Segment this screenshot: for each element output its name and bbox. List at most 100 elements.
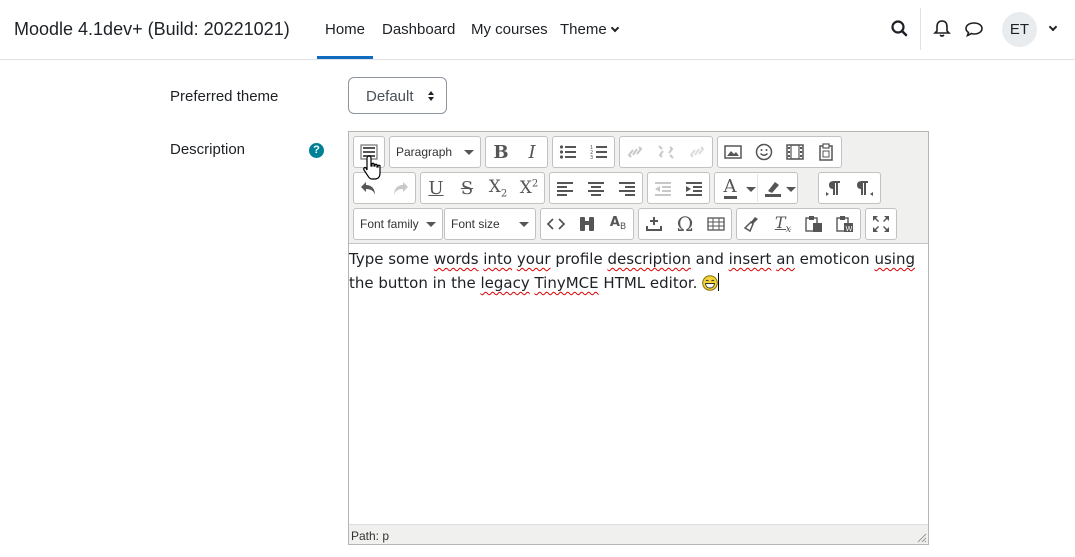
text-caret xyxy=(718,273,720,291)
nav-theme[interactable]: Theme xyxy=(560,21,619,38)
background-color-dropdown[interactable] xyxy=(785,174,797,202)
paste-word-button[interactable]: W xyxy=(830,210,860,238)
text-segment: the button in the xyxy=(349,274,481,292)
toolbar-group-lists: 1 2 3 xyxy=(552,136,615,168)
superscript-button[interactable]: X2 xyxy=(514,174,544,202)
ltr-button[interactable] xyxy=(819,174,849,202)
unlink-button[interactable] xyxy=(651,138,681,166)
font-size-select[interactable]: Font size xyxy=(444,208,536,240)
anchor-link-icon xyxy=(689,146,705,158)
image-button[interactable] xyxy=(718,138,748,166)
toolbar-group-special: Ω xyxy=(638,208,732,240)
help-icon[interactable]: ? xyxy=(309,143,324,158)
toolbar-group-color: A xyxy=(714,172,798,204)
highlighter-icon xyxy=(765,182,781,197)
misspelled-word: description xyxy=(607,250,691,268)
background-color-button[interactable] xyxy=(758,174,788,202)
align-right-button[interactable] xyxy=(612,174,642,202)
broom-icon xyxy=(743,217,758,232)
undo-icon xyxy=(361,182,375,195)
misspelled-word: legacy xyxy=(480,274,530,292)
italic-button[interactable]: I xyxy=(517,138,547,166)
resize-handle-icon[interactable] xyxy=(915,531,927,543)
misspelled-word: using xyxy=(874,250,915,268)
toolbar-group-format: B I xyxy=(485,136,548,168)
toolbar-group-align xyxy=(549,172,643,204)
paragraph-select[interactable]: Paragraph xyxy=(389,136,481,168)
toolbar-group-direction xyxy=(818,172,881,204)
link-icon xyxy=(627,146,643,158)
toolbar-group-links xyxy=(619,136,713,168)
align-center-button[interactable] xyxy=(581,174,611,202)
user-menu-chevron-icon[interactable] xyxy=(1048,22,1058,32)
nav-divider xyxy=(920,8,921,50)
search-replace-button[interactable] xyxy=(572,210,602,238)
rtl-button[interactable] xyxy=(850,174,880,202)
insert-space-icon xyxy=(646,217,662,231)
dropdown-arrow-icon xyxy=(786,187,796,192)
element-path: Path: p xyxy=(351,529,390,543)
search-icon[interactable] xyxy=(889,18,911,40)
anchor-button[interactable] xyxy=(682,138,712,166)
unlink-icon xyxy=(658,145,674,159)
text-color-icon: A xyxy=(723,175,737,199)
emoticon-button[interactable] xyxy=(749,138,779,166)
description-label: Description xyxy=(170,141,246,158)
indent-button[interactable] xyxy=(679,174,709,202)
media-button[interactable] xyxy=(780,138,810,166)
underline-button[interactable]: U xyxy=(421,174,451,202)
redo-button[interactable] xyxy=(385,174,415,202)
nav-dashboard[interactable]: Dashboard xyxy=(382,21,455,38)
nonbreaking-space-button[interactable] xyxy=(639,210,669,238)
editor-statusbar: Path: p xyxy=(349,524,928,544)
paragraph-select-label: Paragraph xyxy=(396,145,453,159)
spellcheck-icon: AB xyxy=(609,215,627,233)
paste-word-icon: W xyxy=(836,216,853,233)
strikethrough-button[interactable]: S xyxy=(452,174,482,202)
chat-icon[interactable] xyxy=(963,18,985,40)
numbered-list-button[interactable]: 1 2 3 xyxy=(584,138,614,166)
bell-icon[interactable] xyxy=(931,18,953,40)
misspelled-word: TinyMCE xyxy=(534,274,599,292)
fullscreen-button[interactable] xyxy=(866,210,896,238)
preferred-theme-select[interactable]: Default xyxy=(348,77,447,114)
outdent-button[interactable] xyxy=(648,174,678,202)
spellcheck-button[interactable]: AB xyxy=(603,210,633,238)
underline-icon: U xyxy=(428,177,444,199)
svg-text:W: W xyxy=(846,225,853,233)
paste-text-button[interactable] xyxy=(799,210,829,238)
special-character-button[interactable]: Ω xyxy=(670,210,700,238)
clear-formatting-button[interactable]: Tx xyxy=(768,210,798,238)
subscript-button[interactable]: X2 xyxy=(483,174,513,202)
table-button[interactable] xyxy=(701,210,731,238)
nav-home[interactable]: Home xyxy=(316,21,374,59)
text-segment: and xyxy=(690,250,729,268)
nav-my-courses[interactable]: My courses xyxy=(471,21,548,38)
chevron-down-icon xyxy=(610,23,619,33)
align-left-button[interactable] xyxy=(550,174,580,202)
dropdown-arrow-icon xyxy=(746,187,756,192)
dropdown-arrow-icon xyxy=(426,222,436,227)
cleanup-button[interactable] xyxy=(737,210,767,238)
binoculars-icon xyxy=(580,217,594,231)
site-brand[interactable]: Moodle 4.1dev+ (Build: 20221021) xyxy=(14,19,290,40)
text-segment: HTML editor. xyxy=(598,274,703,292)
user-avatar[interactable]: ET xyxy=(1002,12,1037,47)
misspelled-word: insert xyxy=(728,250,772,268)
text-color-button[interactable]: A xyxy=(715,174,745,202)
tinymce-editor: Paragraph B I 1 2 3 U S X2 X2 A Font fam… xyxy=(348,131,929,545)
link-button[interactable] xyxy=(620,138,650,166)
manage-files-button[interactable] xyxy=(811,138,841,166)
font-family-select-label: Font family xyxy=(360,217,419,231)
code-icon xyxy=(547,218,565,230)
text-color-dropdown[interactable] xyxy=(745,174,757,202)
film-icon xyxy=(786,144,804,160)
bullet-list-button[interactable] xyxy=(553,138,583,166)
html-source-button[interactable] xyxy=(541,210,571,238)
font-family-select[interactable]: Font family xyxy=(353,208,443,240)
bold-icon: B xyxy=(493,141,509,163)
select-arrows-icon xyxy=(428,91,434,101)
omega-icon: Ω xyxy=(676,212,694,236)
bold-button[interactable]: B xyxy=(486,138,516,166)
editor-content-area[interactable]: Type some words into your profile descri… xyxy=(349,245,928,523)
